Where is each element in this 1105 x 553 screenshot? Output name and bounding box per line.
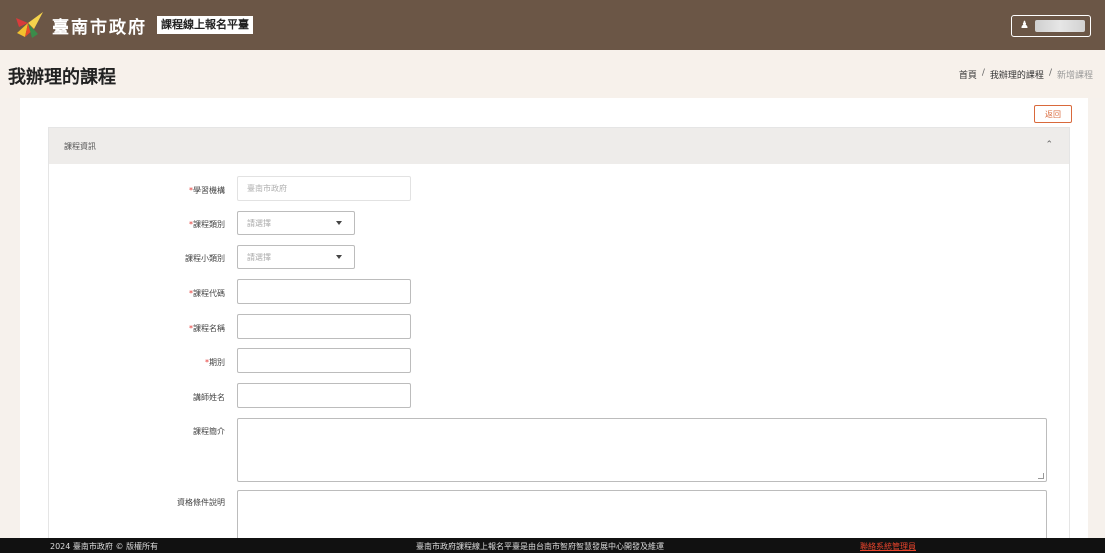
- term-input[interactable]: [237, 348, 411, 373]
- course-info-panel: 課程資訊 ⌃ *學習機構 臺南市政府 *課程類別 請選擇 課程小類別 請選擇 *…: [48, 127, 1070, 550]
- field-label: 課程簡介: [193, 427, 225, 436]
- section-title: 課程資訊: [64, 141, 96, 151]
- chevron-up-icon[interactable]: ⌃: [1045, 140, 1053, 150]
- field-label: 講師姓名: [193, 393, 225, 402]
- category-select-value: 請選擇: [247, 218, 271, 228]
- top-navbar: 臺南市政府 課程線上報名平臺 ♟: [0, 0, 1105, 50]
- course-name-input[interactable]: [237, 314, 411, 339]
- breadcrumb-separator: /: [981, 68, 985, 78]
- institution-input[interactable]: 臺南市政府: [237, 176, 411, 201]
- breadcrumb-my-courses[interactable]: 我辦理的課程: [990, 68, 1044, 81]
- course-intro-textarea[interactable]: [237, 418, 1047, 482]
- breadcrumb: 首頁 / 我辦理的課程 / 新增課程: [959, 68, 1093, 81]
- category-select[interactable]: 請選擇: [237, 211, 355, 235]
- content-card: 返回 課程資訊 ⌃ *學習機構 臺南市政府 *課程類別 請選擇 課程小類別 請選…: [20, 98, 1088, 550]
- field-label: *學習機構: [189, 186, 225, 195]
- breadcrumb-home[interactable]: 首頁: [959, 68, 977, 81]
- footer: 2024 臺南市政府 © 版權所有 臺南市政府課程線上報名平臺是由台南市智府智慧…: [0, 538, 1105, 553]
- credit-text: 臺南市政府課程線上報名平臺是由台南市智府智慧發展中心開發及維運: [416, 542, 664, 551]
- org-name[interactable]: 臺南市政府: [52, 13, 147, 38]
- back-button[interactable]: 返回: [1034, 105, 1072, 123]
- breadcrumb-current: 新增課程: [1056, 71, 1093, 81]
- platform-label: 課程線上報名平臺: [157, 16, 253, 34]
- field-label: 課程小類別: [185, 254, 225, 263]
- field-label: *課程代碼: [189, 289, 225, 298]
- field-label: *課程類別: [189, 220, 225, 229]
- resize-handle-icon[interactable]: [1038, 473, 1044, 479]
- subcategory-select-value: 請選擇: [247, 252, 271, 262]
- caret-down-icon: [336, 221, 342, 225]
- course-info-header[interactable]: 課程資訊 ⌃: [49, 128, 1069, 164]
- page-header: 我辦理的課程 首頁 / 我辦理的課程 / 新增課程: [0, 50, 1105, 98]
- course-code-input[interactable]: [237, 279, 411, 304]
- field-label: *期別: [205, 358, 225, 367]
- teacher-name-input[interactable]: [237, 383, 411, 408]
- page-title: 我辦理的課程: [8, 67, 116, 88]
- breadcrumb-separator: /: [1048, 68, 1052, 78]
- field-label: *課程名稱: [189, 324, 225, 333]
- field-label: 資格條件說明: [177, 498, 225, 507]
- caret-down-icon: [336, 255, 342, 259]
- user-menu-button[interactable]: ♟: [1011, 15, 1091, 37]
- copyright-text: 2024 臺南市政府 © 版權所有: [50, 542, 158, 551]
- tainan-logo-icon[interactable]: [14, 9, 46, 41]
- person-icon: ♟: [1020, 20, 1029, 31]
- contact-admin-link[interactable]: 聯絡系統管理員: [860, 541, 916, 552]
- subcategory-select[interactable]: 請選擇: [237, 245, 355, 269]
- username-redacted: [1034, 20, 1085, 32]
